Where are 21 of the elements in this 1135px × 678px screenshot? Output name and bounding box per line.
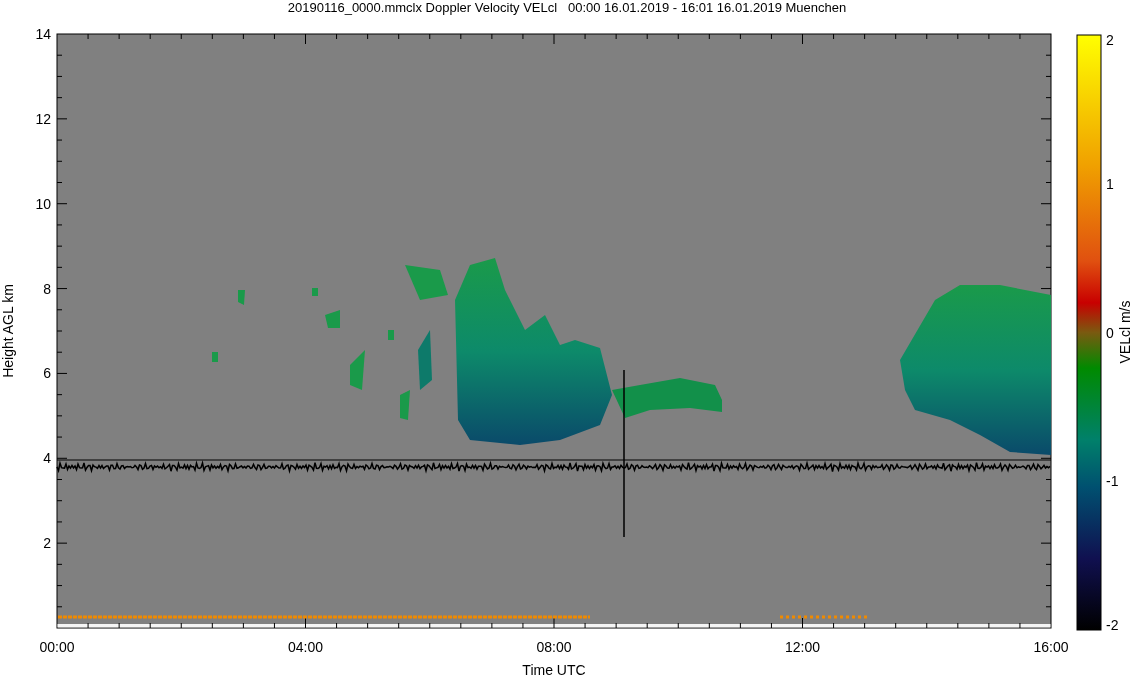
y-tick-label: 10 <box>35 195 51 212</box>
y-tick-label: 8 <box>43 280 51 297</box>
x-tick-label: 12:00 <box>785 639 820 655</box>
x-tick-label: 16:00 <box>1033 639 1069 655</box>
y-tick-label: 6 <box>43 365 51 382</box>
colorbar-label: VELcl m/s <box>1117 300 1133 364</box>
y-tick-label: 12 <box>35 110 51 127</box>
colorbar-tick-label: 2 <box>1106 32 1114 48</box>
colorbar-tick-label: 0 <box>1106 324 1114 341</box>
chart-title: 20190116_0000.mmclx Doppler Velocity VELcl 00:00 16.01.2019 - 16:01 16.01.2019 Muenchen <box>287 0 847 15</box>
x-axis-label: Time UTC <box>522 662 586 678</box>
y-axis-label: Height AGL km <box>0 284 16 378</box>
y-tick-label: 14 <box>35 26 51 42</box>
colorbar-tick-label: 1 <box>1106 175 1114 192</box>
x-tick-label: 04:00 <box>288 639 323 655</box>
x-tick-label: 08:00 <box>536 639 572 655</box>
y-tick-label: 2 <box>43 535 51 552</box>
colorbar-tick-label: -2 <box>1106 617 1119 633</box>
colorbar-tick-label: -1 <box>1106 473 1119 490</box>
y-tick-label: 4 <box>43 450 51 467</box>
x-tick-label: 00:00 <box>39 639 75 655</box>
